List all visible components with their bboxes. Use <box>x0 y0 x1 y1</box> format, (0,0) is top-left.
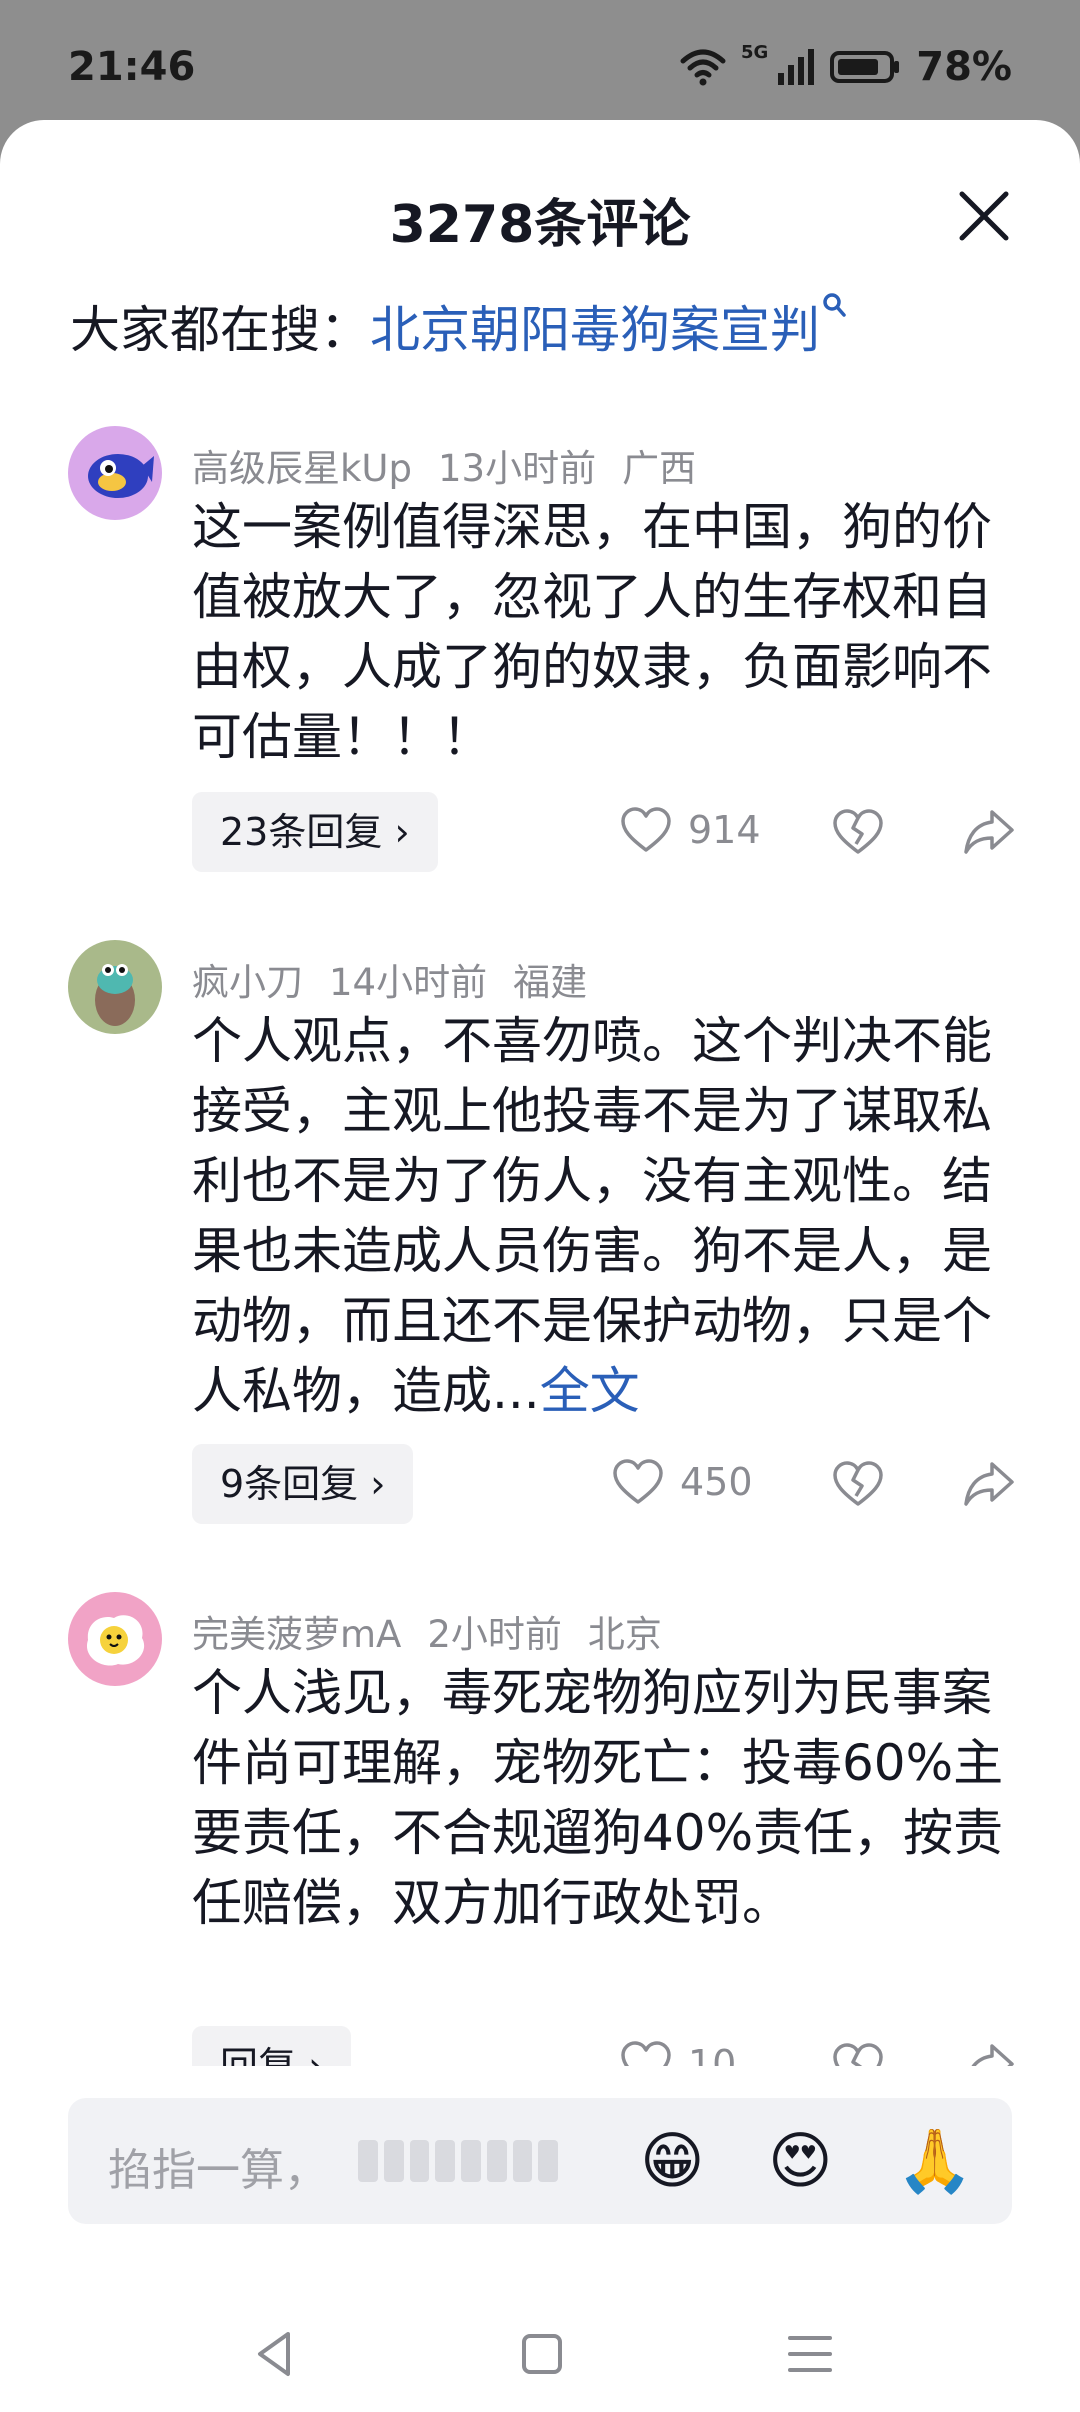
search-icon <box>823 293 846 317</box>
close-icon <box>959 191 1009 241</box>
avatar[interactable] <box>68 426 162 520</box>
broken-heart-icon <box>833 809 883 854</box>
avatar-image <box>95 964 135 1026</box>
trending-search: 大家都在搜：北京朝阳毒狗案宣判 <box>70 290 848 362</box>
username[interactable]: 疯小刀 <box>192 961 303 1004</box>
comment-actions: 9条回复 › 450 <box>192 1444 1022 1524</box>
menu-nav-button[interactable] <box>780 2324 840 2384</box>
close-button[interactable] <box>952 184 1016 248</box>
comment-text[interactable]: 个人观点，不喜勿喷。这个判决不能接受，主观上他投毒不是为了谋取私利也不是为了伤人… <box>192 1006 1012 1426</box>
replies-label: 23条回复 <box>220 810 383 854</box>
search-query-link[interactable]: 北京朝阳毒狗案宣判 <box>370 301 820 359</box>
battery-level: 78% <box>916 44 1012 90</box>
view-replies-button[interactable]: 23条回复 › <box>192 792 438 872</box>
like-count: 450 <box>680 1460 753 1504</box>
share-icon <box>964 1462 1014 1506</box>
pray-emoji-button[interactable]: 🙏 <box>896 2124 973 2198</box>
avatar-image <box>86 1615 145 1666</box>
view-replies-button[interactable]: 9条回复 › <box>192 1444 414 1524</box>
chevron-right-icon: › <box>394 810 410 854</box>
comment-input-bar[interactable]: 掐指一算， 😁 😍 🙏 <box>68 2098 1012 2224</box>
dislike-button[interactable] <box>832 806 884 858</box>
comment-item: 疯小刀 14小时前 福建 个人观点，不喜勿喷。这个判决不能接受，主观上他投毒不是为了… <box>0 940 1080 1580</box>
username[interactable]: 高级辰星kUp <box>192 447 412 490</box>
comment-text[interactable]: 个人浅见，毒死宠物狗应列为民事案件尚可理解，宠物死亡：投毒60%主要责任，不合规… <box>192 1658 1012 1938</box>
comment-meta: 完美菠萝mA 2小时前 北京 <box>192 1604 688 1658</box>
comment-location: 福建 <box>513 961 588 1004</box>
search-prefix: 大家都在搜： <box>70 301 370 359</box>
like-button[interactable]: 450 <box>612 1458 753 1506</box>
replies-label: 9条回复 <box>220 1462 359 1506</box>
like-button[interactable]: 914 <box>620 806 761 854</box>
comment-location: 北京 <box>587 1613 662 1656</box>
obscured-placeholder-text <box>358 2140 558 2182</box>
sheet-header: 3278条评论 <box>0 120 1080 270</box>
avatar[interactable] <box>68 1592 162 1686</box>
wifi-icon <box>680 49 726 86</box>
status-icons: 5G 78% <box>679 44 1012 90</box>
menu-lines-icon <box>788 2336 832 2372</box>
comment-sheet: 3278条评论 大家都在搜：北京朝阳毒狗案宣判 高级辰星kUp 13小时前广西 <box>0 120 1080 2412</box>
grin-emoji-button[interactable]: 😁 <box>640 2124 705 2198</box>
avatar-image <box>88 454 154 498</box>
dislike-button[interactable] <box>832 1458 884 1510</box>
comment-text-content: 个人观点，不喜勿喷。这个判决不能接受，主观上他投毒不是为了谋取私利也不是为了伤人… <box>192 1012 992 1420</box>
comment-time: 14小时前 <box>329 961 488 1004</box>
share-icon <box>964 810 1014 854</box>
broken-heart-icon <box>833 1461 883 1506</box>
back-triangle-icon <box>258 2332 290 2376</box>
avatar[interactable] <box>68 940 162 1034</box>
status-time: 21:46 <box>68 44 196 90</box>
username[interactable]: 完美菠萝mA <box>192 1613 401 1656</box>
comment-actions: 23条回复 › 914 <box>192 792 1022 872</box>
comment-time: 2小时前 <box>427 1613 562 1656</box>
comment-text[interactable]: 这一案例值得深思，在中国，狗的价值被放大了，忽视了人的生存权和自由权，人成了狗的… <box>192 492 1012 772</box>
heart-eyes-emoji-button[interactable]: 😍 <box>768 2124 833 2198</box>
signal-icon <box>778 49 815 85</box>
comment-meta: 疯小刀 14小时前 福建 <box>192 952 613 1006</box>
home-square-icon <box>522 2334 562 2374</box>
battery-icon <box>830 51 900 83</box>
comment-location: 广西 <box>622 447 697 490</box>
comment-count-title: 3278条评论 <box>389 195 691 255</box>
comment-time: 13小时前 <box>438 447 597 490</box>
heart-icon <box>621 807 671 852</box>
back-nav-button[interactable] <box>246 2324 306 2384</box>
status-bar: 21:46 5G 78% <box>0 0 1080 120</box>
like-count: 914 <box>688 808 761 852</box>
expand-full-text-link[interactable]: 全文 <box>540 1362 640 1420</box>
network-type: 5G <box>740 42 769 63</box>
comment-input[interactable]: 掐指一算， <box>108 2134 328 2198</box>
share-button[interactable] <box>962 806 1016 858</box>
share-button[interactable] <box>962 1458 1016 1510</box>
heart-icon <box>613 1459 663 1504</box>
comment-item: 高级辰星kUp 13小时前 广西 这一案例值得深思，在中国，狗的价值被放大了，忽视了… <box>0 426 1080 946</box>
home-nav-button[interactable] <box>512 2324 572 2384</box>
system-nav-bar <box>0 2300 1080 2410</box>
chevron-right-icon: › <box>370 1462 386 1506</box>
comment-meta: 高级辰星kUp 13小时前 广西 <box>192 438 722 492</box>
